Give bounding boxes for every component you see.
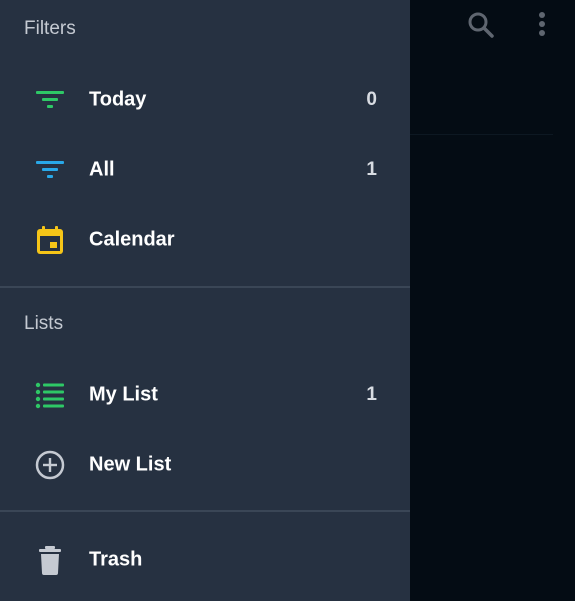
- list-item-label: My List: [89, 383, 158, 406]
- more-vert-icon: [539, 12, 545, 36]
- search-icon: [468, 12, 494, 38]
- section-divider: [0, 510, 410, 512]
- navigation-drawer: Filters Today 0 All 1 Calendar Lists My …: [0, 0, 410, 601]
- filter-item-label: All: [89, 158, 115, 181]
- trash-item[interactable]: Trash: [0, 525, 410, 595]
- lists-section-title: Lists: [24, 313, 64, 334]
- list-item-count: 1: [366, 384, 377, 405]
- list-item-my-list[interactable]: My List 1: [0, 360, 410, 430]
- screen: Filters Today 0 All 1 Calendar Lists My …: [0, 0, 575, 601]
- filter-icon: [36, 161, 64, 178]
- filter-item-label: Calendar: [89, 228, 175, 251]
- search-button[interactable]: [462, 6, 498, 42]
- filters-section-title: Filters: [24, 18, 76, 39]
- calendar-icon: [37, 226, 63, 254]
- add-circle-icon: [35, 450, 65, 480]
- filter-item-all[interactable]: All 1: [0, 135, 410, 205]
- toolbar-divider: [410, 134, 553, 135]
- filter-icon: [36, 91, 64, 108]
- trash-label: Trash: [89, 548, 143, 571]
- more-options-button[interactable]: [525, 6, 561, 42]
- filter-item-count: 0: [366, 89, 377, 110]
- filter-item-count: 1: [366, 159, 377, 180]
- new-list-label: New List: [89, 453, 172, 476]
- trash-icon: [39, 546, 61, 575]
- section-divider: [0, 286, 410, 288]
- new-list-button[interactable]: New List: [0, 430, 410, 500]
- filter-item-today[interactable]: Today 0: [0, 65, 410, 135]
- filter-item-calendar[interactable]: Calendar: [0, 205, 410, 275]
- filter-item-label: Today: [89, 88, 147, 111]
- list-icon: [35, 382, 64, 409]
